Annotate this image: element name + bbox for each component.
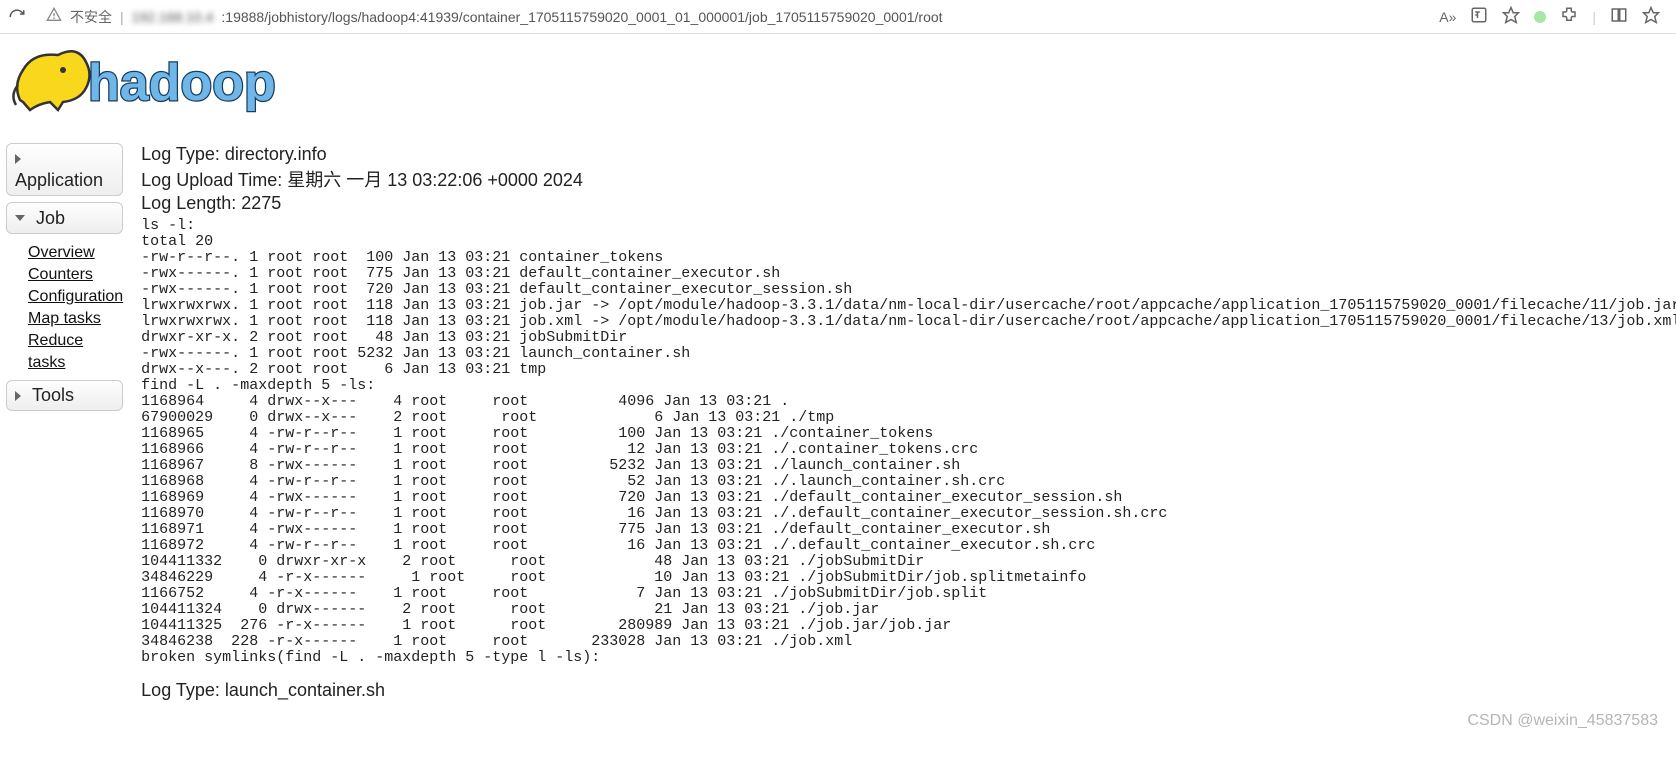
sidebar-item-counters[interactable]: Counters <box>28 264 123 286</box>
sidebar-tools-label: Tools <box>32 385 74 406</box>
left-sidebar: Application Job Overview Counters Config… <box>6 143 123 417</box>
vertical-separator: | <box>1592 9 1596 25</box>
sidebar-item-map-tasks[interactable]: Map tasks <box>28 308 123 330</box>
url-host-blurred: 192.168.10.4 <box>132 9 214 25</box>
chevron-down-icon <box>15 215 25 221</box>
url-path: :19888/jobhistory/logs/hadoop4:41939/con… <box>221 9 942 25</box>
sidebar-section-job[interactable]: Job <box>6 202 123 234</box>
favorite-icon[interactable] <box>1502 6 1520 27</box>
chevron-right-icon <box>15 154 21 164</box>
svg-text:hadoop: hadoop <box>88 54 276 112</box>
hadoop-logo: hadoop <box>0 34 1676 125</box>
chevron-right-icon <box>15 391 21 401</box>
translate-icon[interactable] <box>1470 6 1488 27</box>
log-upload-time-line: Log Upload Time: 星期六 一月 13 03:22:06 +000… <box>141 166 1676 192</box>
sidebar-section-tools[interactable]: Tools <box>6 380 123 412</box>
insecure-warning-icon <box>46 7 62 26</box>
browser-top-bar: 不安全 | 192.168.10.4 :19888/jobhistory/logs… <box>0 0 1676 34</box>
log-body-directory-info: ls -l: total 20 -rw-r--r--. 1 root root … <box>141 218 1676 666</box>
sidebar-section-application[interactable]: Application <box>6 143 123 196</box>
insecure-label: 不安全 <box>70 7 112 27</box>
split-screen-icon[interactable] <box>1610 6 1628 27</box>
favorite-outline-icon[interactable] <box>1642 6 1660 27</box>
log-type-line-2: Log Type: launch_container.sh <box>141 680 1676 701</box>
log-length-line: Log Length: 2275 <box>141 193 1676 214</box>
address-bar[interactable]: 不安全 | 192.168.10.4 :19888/jobhistory/logs… <box>38 7 1429 27</box>
reload-button[interactable] <box>6 6 28 28</box>
sidebar-job-items: Overview Counters Configuration Map task… <box>6 240 123 380</box>
log-type-line: Log Type: directory.info <box>141 144 1676 165</box>
sidebar-job-label: Job <box>36 208 65 229</box>
status-dot-icon[interactable] <box>1534 11 1546 23</box>
sidebar-item-reduce-tasks[interactable]: Reduce tasks <box>28 330 123 374</box>
read-aloud-icon[interactable]: A» <box>1439 9 1456 25</box>
sidebar-application-label: Application <box>15 170 103 191</box>
extension-icon[interactable] <box>1560 6 1578 27</box>
sidebar-item-overview[interactable]: Overview <box>28 242 123 264</box>
browser-right-icons: A» | <box>1439 6 1670 27</box>
separator: | <box>120 9 124 25</box>
main-content: Log Type: directory.info Log Upload Time… <box>123 125 1676 732</box>
sidebar-item-configuration[interactable]: Configuration <box>28 286 123 308</box>
